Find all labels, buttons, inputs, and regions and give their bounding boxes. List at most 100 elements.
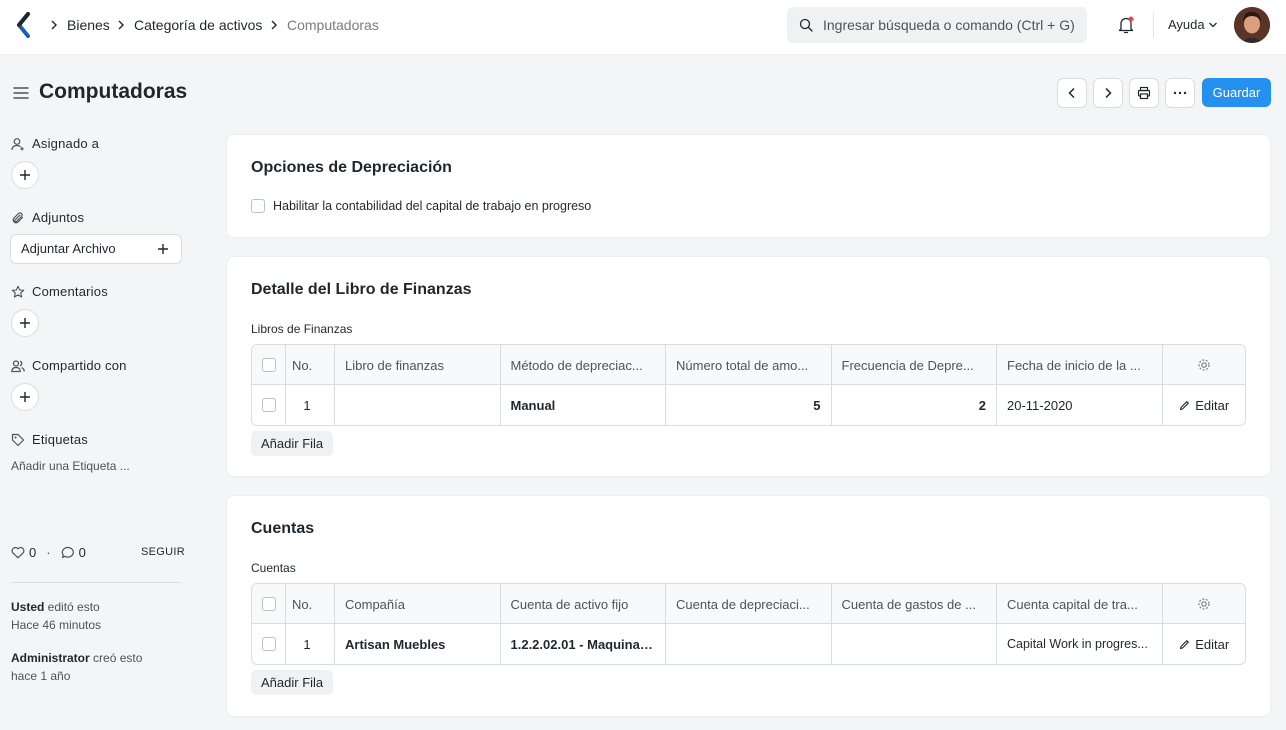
finance-books-table: No. Libro de finanzas Método de deprecia… xyxy=(251,344,1246,426)
sidebar-toggle-icon[interactable] xyxy=(13,86,29,100)
user-avatar[interactable] xyxy=(1234,7,1270,43)
section-title: Cuentas xyxy=(251,520,315,537)
column-header: Cuenta capital de tra... xyxy=(997,584,1163,624)
cwip-checkbox-row[interactable]: Habilitar la contabilidad del capital de… xyxy=(251,199,591,213)
activity-user[interactable]: Usted xyxy=(11,600,44,614)
fixed-asset-account-cell[interactable]: 1.2.2.02.01 - Maquinari... xyxy=(501,624,666,664)
breadcrumb-current[interactable]: Computadoras xyxy=(287,17,379,33)
pencil-icon xyxy=(1180,639,1190,649)
app-logo-icon[interactable] xyxy=(15,12,33,38)
shared-with-label: Compartido con xyxy=(32,358,127,373)
navbar: Bienes Categoría de activos Computadoras… xyxy=(0,0,1286,55)
plus-icon xyxy=(20,392,30,402)
section-title: Opciones de Depreciación xyxy=(251,159,452,176)
previous-doc-button[interactable] xyxy=(1057,78,1087,108)
select-all-cell xyxy=(252,345,286,385)
depreciation-options-card: Opciones de Depreciación Habilitar la co… xyxy=(226,134,1271,238)
comment-icon[interactable] xyxy=(61,546,75,559)
activity-action: creó esto xyxy=(89,651,143,665)
chevron-left-icon xyxy=(1068,87,1075,99)
table-row[interactable]: 1 Artisan Muebles 1.2.2.02.01 - Maquinar… xyxy=(252,624,1245,664)
tag-icon xyxy=(11,433,25,446)
likes-comments-summary: 0 · 0 xyxy=(11,545,86,560)
chevron-right-icon xyxy=(1105,87,1112,99)
column-settings-cell xyxy=(1163,584,1246,624)
breadcrumb-categoria[interactable]: Categoría de activos xyxy=(134,17,262,33)
gear-icon[interactable] xyxy=(1197,597,1211,611)
plus-icon xyxy=(20,318,30,328)
add-row-button[interactable]: Añadir Fila xyxy=(251,670,334,695)
pencil-icon xyxy=(1180,400,1190,410)
column-header: Método de depreciac... xyxy=(501,345,666,385)
print-button[interactable] xyxy=(1129,78,1159,108)
add-tag-link[interactable]: Añadir una Etiqueta ... xyxy=(11,459,130,473)
printer-icon xyxy=(1137,86,1151,100)
activity-time: Hace 46 minutos xyxy=(11,618,102,632)
add-comment-button[interactable] xyxy=(11,309,39,337)
attach-file-button[interactable]: Adjuntar Archivo xyxy=(10,234,182,264)
finance-book-cell[interactable] xyxy=(335,385,501,425)
users-icon xyxy=(11,359,25,372)
assigned-to-section: Asignado a xyxy=(11,136,99,151)
row-checkbox[interactable] xyxy=(261,637,276,651)
add-assignee-button[interactable] xyxy=(11,161,39,189)
column-header: Número total de amo... xyxy=(666,345,832,385)
breadcrumb-chevron-icon xyxy=(271,20,277,30)
next-doc-button[interactable] xyxy=(1093,78,1123,108)
follow-button[interactable]: SEGUIR xyxy=(141,546,185,558)
expense-account-cell[interactable] xyxy=(832,624,997,664)
select-all-checkbox[interactable] xyxy=(261,358,276,372)
edit-row-button[interactable]: Editar xyxy=(1163,624,1246,664)
cwip-checkbox[interactable] xyxy=(251,199,265,213)
add-share-button[interactable] xyxy=(11,383,39,411)
breadcrumb-chevron-icon xyxy=(51,20,57,30)
shared-with-section: Compartido con xyxy=(11,358,127,373)
table-header: No. Libro de finanzas Método de deprecia… xyxy=(252,345,1245,385)
plus-icon xyxy=(158,244,168,254)
comments-count: 0 xyxy=(78,545,86,560)
star-icon xyxy=(11,285,25,298)
search-input[interactable]: Ingresar búsqueda o comando (Ctrl + G) xyxy=(823,17,1075,33)
sidebar-divider xyxy=(11,582,181,583)
activity-user[interactable]: Administrator xyxy=(11,651,90,665)
depreciation-method-cell[interactable]: Manual xyxy=(501,385,666,425)
add-row-button[interactable]: Añadir Fila xyxy=(251,431,334,456)
cwip-account-cell[interactable]: Capital Work in progres... xyxy=(997,624,1163,664)
chevron-down-icon[interactable] xyxy=(1208,21,1218,29)
ellipsis-icon xyxy=(1173,91,1187,95)
breadcrumb-chevron-icon xyxy=(118,20,124,30)
column-header: Frecuencia de Depre... xyxy=(832,345,997,385)
start-date-cell[interactable]: 20-11-2020 xyxy=(997,385,1163,425)
breadcrumb-bienes[interactable]: Bienes xyxy=(67,17,110,33)
section-title: Detalle del Libro de Finanzas xyxy=(251,281,472,298)
attach-file-label: Adjuntar Archivo xyxy=(21,241,116,256)
search-icon xyxy=(799,18,813,32)
edit-label: Editar xyxy=(1195,636,1230,652)
accounts-table: No. Compañía Cuenta de activo fijo Cuent… xyxy=(251,583,1246,665)
gear-icon[interactable] xyxy=(1197,358,1211,372)
select-all-checkbox[interactable] xyxy=(261,597,276,611)
column-header: Libro de finanzas xyxy=(335,345,501,385)
user-add-icon xyxy=(11,137,24,150)
activity-action: editó esto xyxy=(44,600,100,614)
search-bar[interactable]: Ingresar búsqueda o comando (Ctrl + G) xyxy=(787,7,1087,43)
table-row[interactable]: 1 Manual 5 2 20-11-2020 Editar xyxy=(252,385,1245,425)
depreciation-account-cell[interactable] xyxy=(666,624,832,664)
activity-item: Usted editó esto Hace 46 minutos xyxy=(11,598,101,634)
more-actions-button[interactable] xyxy=(1165,78,1195,108)
edit-row-button[interactable]: Editar xyxy=(1163,385,1246,425)
frequency-cell[interactable]: 2 xyxy=(832,385,997,425)
save-button[interactable]: Guardar xyxy=(1202,78,1271,107)
heart-icon[interactable] xyxy=(11,546,25,559)
help-menu[interactable]: Ayuda xyxy=(1168,17,1205,32)
company-cell[interactable]: Artisan Muebles xyxy=(335,624,501,664)
table-label: Libros de Finanzas xyxy=(251,322,353,336)
row-checkbox[interactable] xyxy=(261,398,276,412)
attachments-label: Adjuntos xyxy=(32,210,85,225)
notification-bell-icon[interactable] xyxy=(1117,15,1135,35)
assigned-to-label: Asignado a xyxy=(32,136,100,151)
activity-item: Administrator creó esto hace 1 año xyxy=(11,649,142,685)
total-depreciations-cell[interactable]: 5 xyxy=(666,385,832,425)
row-number: 1 xyxy=(286,624,335,664)
column-header: No. xyxy=(286,584,335,624)
